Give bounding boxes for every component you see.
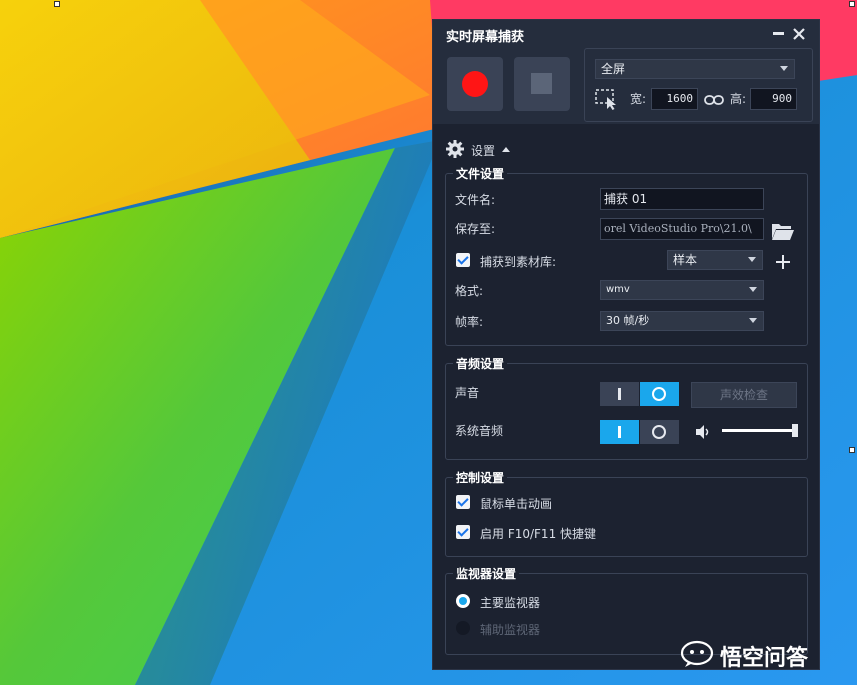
toggle-off-segment xyxy=(640,420,679,444)
select-region-icon[interactable] xyxy=(595,89,619,111)
framerate-label: 帧率: xyxy=(455,315,484,329)
toggle-on-segment xyxy=(600,420,639,444)
screen-capture-panel: 实时屏幕捕获 全屏 宽: 1600 高: 900 设置 文件设置 文件名: 捕获… xyxy=(432,19,820,670)
toggle-bar-icon xyxy=(618,388,621,400)
format-value: wmv xyxy=(606,284,630,295)
system-audio-toggle[interactable] xyxy=(600,420,679,444)
secondary-monitor-label: 辅助监视器 xyxy=(480,623,541,637)
close-icon[interactable] xyxy=(793,24,805,44)
height-input[interactable]: 900 xyxy=(750,88,797,110)
control-settings-section: 控制设置 鼠标单击动画 启用 F10/F11 快捷键 xyxy=(445,469,808,557)
capture-toolbar: 实时屏幕捕获 全屏 宽: 1600 高: 900 xyxy=(433,20,819,124)
capture-area-value: 全屏 xyxy=(601,62,626,76)
chevron-down-icon xyxy=(780,66,788,71)
record-icon xyxy=(462,71,488,97)
audio-settings-title: 音频设置 xyxy=(453,355,508,372)
height-label: 高: xyxy=(730,92,747,106)
system-audio-label: 系统音频 xyxy=(455,424,504,438)
voice-label: 声音 xyxy=(455,386,480,400)
watermark-logo xyxy=(680,640,714,667)
framerate-dropdown[interactable]: 30 帧/秒 xyxy=(600,311,764,331)
monitor-settings-title: 监视器设置 xyxy=(453,565,520,582)
capture-to-library-label: 捕获到素材库: xyxy=(480,255,557,269)
sound-check-button[interactable]: 声效检查 xyxy=(691,382,797,408)
hotkey-checkbox[interactable] xyxy=(456,525,470,539)
library-dropdown[interactable]: 样本 xyxy=(667,250,763,270)
chevron-down-icon xyxy=(749,287,757,292)
toggle-bar-icon xyxy=(618,426,621,438)
volume-thumb[interactable] xyxy=(792,424,798,437)
primary-monitor-label: 主要监视器 xyxy=(480,596,541,610)
save-path-input[interactable]: orel VideoStudio Pro\21.0\ xyxy=(600,218,764,240)
chevron-down-icon xyxy=(749,318,757,323)
window-title: 实时屏幕捕获 xyxy=(446,30,525,45)
link-icon[interactable] xyxy=(704,94,724,106)
capture-area-dropdown[interactable]: 全屏 xyxy=(595,59,795,79)
folder-icon[interactable] xyxy=(771,221,795,241)
filename-label: 文件名: xyxy=(455,193,496,207)
width-label: 宽: xyxy=(630,92,647,106)
stop-icon xyxy=(531,73,552,94)
control-settings-title: 控制设置 xyxy=(453,469,508,486)
framerate-value: 30 帧/秒 xyxy=(606,314,650,327)
format-label: 格式: xyxy=(455,284,484,298)
chevron-up-icon xyxy=(502,147,510,152)
filename-input[interactable]: 捕获 01 xyxy=(600,188,764,210)
selection-handle-middle-right[interactable] xyxy=(849,447,855,453)
volume-slider[interactable] xyxy=(722,424,798,438)
record-button[interactable] xyxy=(447,57,503,111)
mouse-click-animation-checkbox[interactable] xyxy=(456,495,470,509)
library-value: 样本 xyxy=(673,253,698,267)
secondary-monitor-radio xyxy=(456,621,470,635)
width-input[interactable]: 1600 xyxy=(651,88,698,110)
save-to-label: 保存至: xyxy=(455,222,496,236)
toggle-on-segment xyxy=(600,382,639,406)
primary-monitor-radio[interactable] xyxy=(456,594,470,608)
voice-toggle[interactable] xyxy=(600,382,679,406)
capture-area-box: 全屏 宽: 1600 高: 900 xyxy=(584,48,813,122)
settings-label: 设置 xyxy=(471,144,496,158)
selection-handle-top-left[interactable] xyxy=(54,1,60,7)
add-icon[interactable] xyxy=(776,255,790,269)
format-dropdown[interactable]: wmv xyxy=(600,280,764,300)
gear-icon xyxy=(446,140,464,158)
hotkey-label: 启用 F10/F11 快捷键 xyxy=(480,527,597,541)
watermark-text: 悟空问答 xyxy=(720,646,809,671)
capture-to-library-checkbox[interactable] xyxy=(456,253,470,267)
toggle-off-segment xyxy=(640,382,679,406)
volume-track xyxy=(722,429,794,432)
minimize-icon[interactable] xyxy=(773,24,784,35)
volume-icon xyxy=(696,425,709,439)
toggle-ring-icon xyxy=(652,425,666,439)
audio-settings-section: 音频设置 声音 声效检查 系统音频 xyxy=(445,355,808,460)
toggle-ring-icon xyxy=(652,387,666,401)
mouse-click-animation-label: 鼠标单击动画 xyxy=(480,497,553,511)
file-settings-title: 文件设置 xyxy=(453,165,508,182)
settings-toggle[interactable]: 设置 xyxy=(446,140,526,160)
file-settings-section: 文件设置 文件名: 捕获 01 保存至: orel VideoStudio Pr… xyxy=(445,165,808,346)
stop-button[interactable] xyxy=(514,57,570,111)
chevron-down-icon xyxy=(748,257,756,262)
selection-handle-top-right[interactable] xyxy=(849,1,855,7)
